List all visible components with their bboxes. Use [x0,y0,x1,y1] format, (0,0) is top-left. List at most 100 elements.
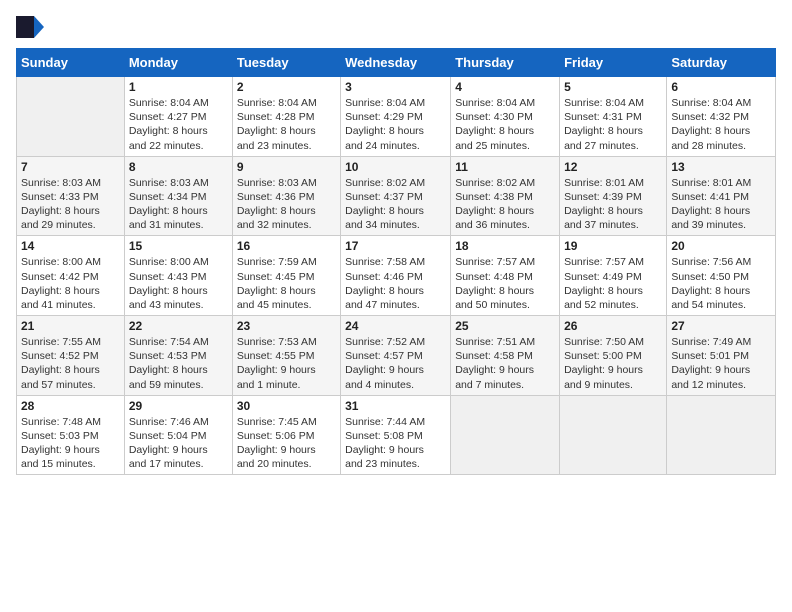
day-info: Sunrise: 7:50 AMSunset: 5:00 PMDaylight:… [564,335,662,392]
calendar-cell: 26 Sunrise: 7:50 AMSunset: 5:00 PMDayligh… [560,316,667,396]
day-info: Sunrise: 7:52 AMSunset: 4:57 PMDaylight:… [345,335,446,392]
page-container: SundayMondayTuesdayWednesdayThursdayFrid… [0,0,792,483]
day-number: 21 [21,319,120,333]
weekday-header-row: SundayMondayTuesdayWednesdayThursdayFrid… [17,49,776,77]
calendar-cell [560,395,667,475]
calendar-cell: 9 Sunrise: 8:03 AMSunset: 4:36 PMDaylight… [232,156,340,236]
weekday-header-saturday: Saturday [667,49,776,77]
calendar-cell: 30Sunrise: 7:45 AMSunset: 5:06 PMDayligh… [232,395,340,475]
calendar-week-4: 21Sunrise: 7:55 AMSunset: 4:52 PMDayligh… [17,316,776,396]
day-info: Sunrise: 7:46 AMSunset: 5:04 PMDaylight:… [129,415,228,472]
day-number: 11 [455,160,555,174]
day-info: Sunrise: 7:57 AMSunset: 4:49 PMDaylight:… [564,255,662,312]
day-number: 14 [21,239,120,253]
calendar-cell: 28 Sunrise: 7:48 AMSunset: 5:03 PMDayligh… [17,395,125,475]
calendar-cell: 13Sunrise: 8:01 AMSunset: 4:41 PMDayligh… [667,156,776,236]
calendar-cell: 10Sunrise: 8:02 AMSunset: 4:37 PMDayligh… [341,156,451,236]
day-info: Sunrise: 7:57 AMSunset: 4:48 PMDaylight:… [455,255,555,312]
weekday-header-thursday: Thursday [451,49,560,77]
day-number: 18 [455,239,555,253]
day-info: Sunrise: 7:49 AMSunset: 5:01 PMDaylight:… [671,335,771,392]
day-number: 5 [564,80,662,94]
calendar-cell: 14 Sunrise: 8:00 AMSunset: 4:42 PMDayligh… [17,236,125,316]
calendar-cell: 31 Sunrise: 7:44 AMSunset: 5:08 PMDayligh… [341,395,451,475]
day-info: Sunrise: 8:00 AMSunset: 4:42 PMDaylight:… [21,255,120,312]
day-info: Sunrise: 7:48 AMSunset: 5:03 PMDaylight:… [21,415,120,472]
day-info: Sunrise: 8:02 AMSunset: 4:38 PMDaylight:… [455,176,555,233]
day-info: Sunrise: 8:03 AMSunset: 4:33 PMDaylight:… [21,176,120,233]
calendar-week-3: 14 Sunrise: 8:00 AMSunset: 4:42 PMDayligh… [17,236,776,316]
calendar-cell: 20 Sunrise: 7:56 AMSunset: 4:50 PMDayligh… [667,236,776,316]
day-number: 1 [129,80,228,94]
calendar-cell [451,395,560,475]
calendar-cell: 15 Sunrise: 8:00 AMSunset: 4:43 PMDayligh… [124,236,232,316]
calendar-cell: 27 Sunrise: 7:49 AMSunset: 5:01 PMDayligh… [667,316,776,396]
day-number: 9 [237,160,336,174]
day-info: Sunrise: 7:59 AMSunset: 4:45 PMDaylight:… [237,255,336,312]
day-info: Sunrise: 8:00 AMSunset: 4:43 PMDaylight:… [129,255,228,312]
day-number: 30 [237,399,336,413]
calendar-cell: 1 Sunrise: 8:04 AMSunset: 4:27 PMDaylight… [124,77,232,157]
day-info: Sunrise: 7:56 AMSunset: 4:50 PMDaylight:… [671,255,771,312]
calendar-cell [667,395,776,475]
day-number: 31 [345,399,446,413]
calendar-cell: 16 Sunrise: 7:59 AMSunset: 4:45 PMDayligh… [232,236,340,316]
calendar-cell: 3 Sunrise: 8:04 AMSunset: 4:29 PMDaylight… [341,77,451,157]
day-number: 28 [21,399,120,413]
calendar-cell: 4 Sunrise: 8:04 AMSunset: 4:30 PMDaylight… [451,77,560,157]
day-number: 27 [671,319,771,333]
header [16,16,776,38]
weekday-header-wednesday: Wednesday [341,49,451,77]
day-info: Sunrise: 8:04 AMSunset: 4:28 PMDaylight:… [237,96,336,153]
calendar-cell: 7 Sunrise: 8:03 AMSunset: 4:33 PMDaylight… [17,156,125,236]
calendar-cell: 23 Sunrise: 7:53 AMSunset: 4:55 PMDayligh… [232,316,340,396]
day-info: Sunrise: 8:04 AMSunset: 4:27 PMDaylight:… [129,96,228,153]
day-number: 6 [671,80,771,94]
calendar-cell: 21Sunrise: 7:55 AMSunset: 4:52 PMDayligh… [17,316,125,396]
day-info: Sunrise: 8:03 AMSunset: 4:34 PMDaylight:… [129,176,228,233]
day-info: Sunrise: 8:01 AMSunset: 4:41 PMDaylight:… [671,176,771,233]
day-info: Sunrise: 8:03 AMSunset: 4:36 PMDaylight:… [237,176,336,233]
day-info: Sunrise: 8:01 AMSunset: 4:39 PMDaylight:… [564,176,662,233]
calendar-cell: 8Sunrise: 8:03 AMSunset: 4:34 PMDaylight… [124,156,232,236]
day-info: Sunrise: 7:53 AMSunset: 4:55 PMDaylight:… [237,335,336,392]
calendar-cell: 2Sunrise: 8:04 AMSunset: 4:28 PMDaylight… [232,77,340,157]
day-number: 16 [237,239,336,253]
day-number: 19 [564,239,662,253]
day-number: 25 [455,319,555,333]
day-info: Sunrise: 7:54 AMSunset: 4:53 PMDaylight:… [129,335,228,392]
calendar-cell: 11 Sunrise: 8:02 AMSunset: 4:38 PMDayligh… [451,156,560,236]
calendar-cell: 19 Sunrise: 7:57 AMSunset: 4:49 PMDayligh… [560,236,667,316]
day-info: Sunrise: 7:58 AMSunset: 4:46 PMDaylight:… [345,255,446,312]
day-number: 22 [129,319,228,333]
weekday-header-tuesday: Tuesday [232,49,340,77]
calendar-week-2: 7 Sunrise: 8:03 AMSunset: 4:33 PMDaylight… [17,156,776,236]
calendar-body: 1 Sunrise: 8:04 AMSunset: 4:27 PMDaylight… [17,77,776,475]
calendar-cell: 12 Sunrise: 8:01 AMSunset: 4:39 PMDayligh… [560,156,667,236]
calendar-cell: 25Sunrise: 7:51 AMSunset: 4:58 PMDayligh… [451,316,560,396]
day-info: Sunrise: 8:04 AMSunset: 4:29 PMDaylight:… [345,96,446,153]
day-number: 10 [345,160,446,174]
calendar-cell: 6Sunrise: 8:04 AMSunset: 4:32 PMDaylight… [667,77,776,157]
day-info: Sunrise: 8:04 AMSunset: 4:31 PMDaylight:… [564,96,662,153]
weekday-header-sunday: Sunday [17,49,125,77]
calendar-cell: 29 Sunrise: 7:46 AMSunset: 5:04 PMDayligh… [124,395,232,475]
logo [16,16,46,38]
day-number: 7 [21,160,120,174]
day-number: 12 [564,160,662,174]
generalblue-icon [16,16,44,38]
day-number: 29 [129,399,228,413]
calendar-week-1: 1 Sunrise: 8:04 AMSunset: 4:27 PMDaylight… [17,77,776,157]
day-number: 3 [345,80,446,94]
day-number: 15 [129,239,228,253]
day-info: Sunrise: 8:04 AMSunset: 4:30 PMDaylight:… [455,96,555,153]
calendar-cell: 5 Sunrise: 8:04 AMSunset: 4:31 PMDaylight… [560,77,667,157]
day-number: 26 [564,319,662,333]
day-info: Sunrise: 7:44 AMSunset: 5:08 PMDaylight:… [345,415,446,472]
weekday-header-friday: Friday [560,49,667,77]
day-number: 20 [671,239,771,253]
calendar-cell: 22 Sunrise: 7:54 AMSunset: 4:53 PMDayligh… [124,316,232,396]
day-number: 23 [237,319,336,333]
day-number: 24 [345,319,446,333]
day-number: 4 [455,80,555,94]
